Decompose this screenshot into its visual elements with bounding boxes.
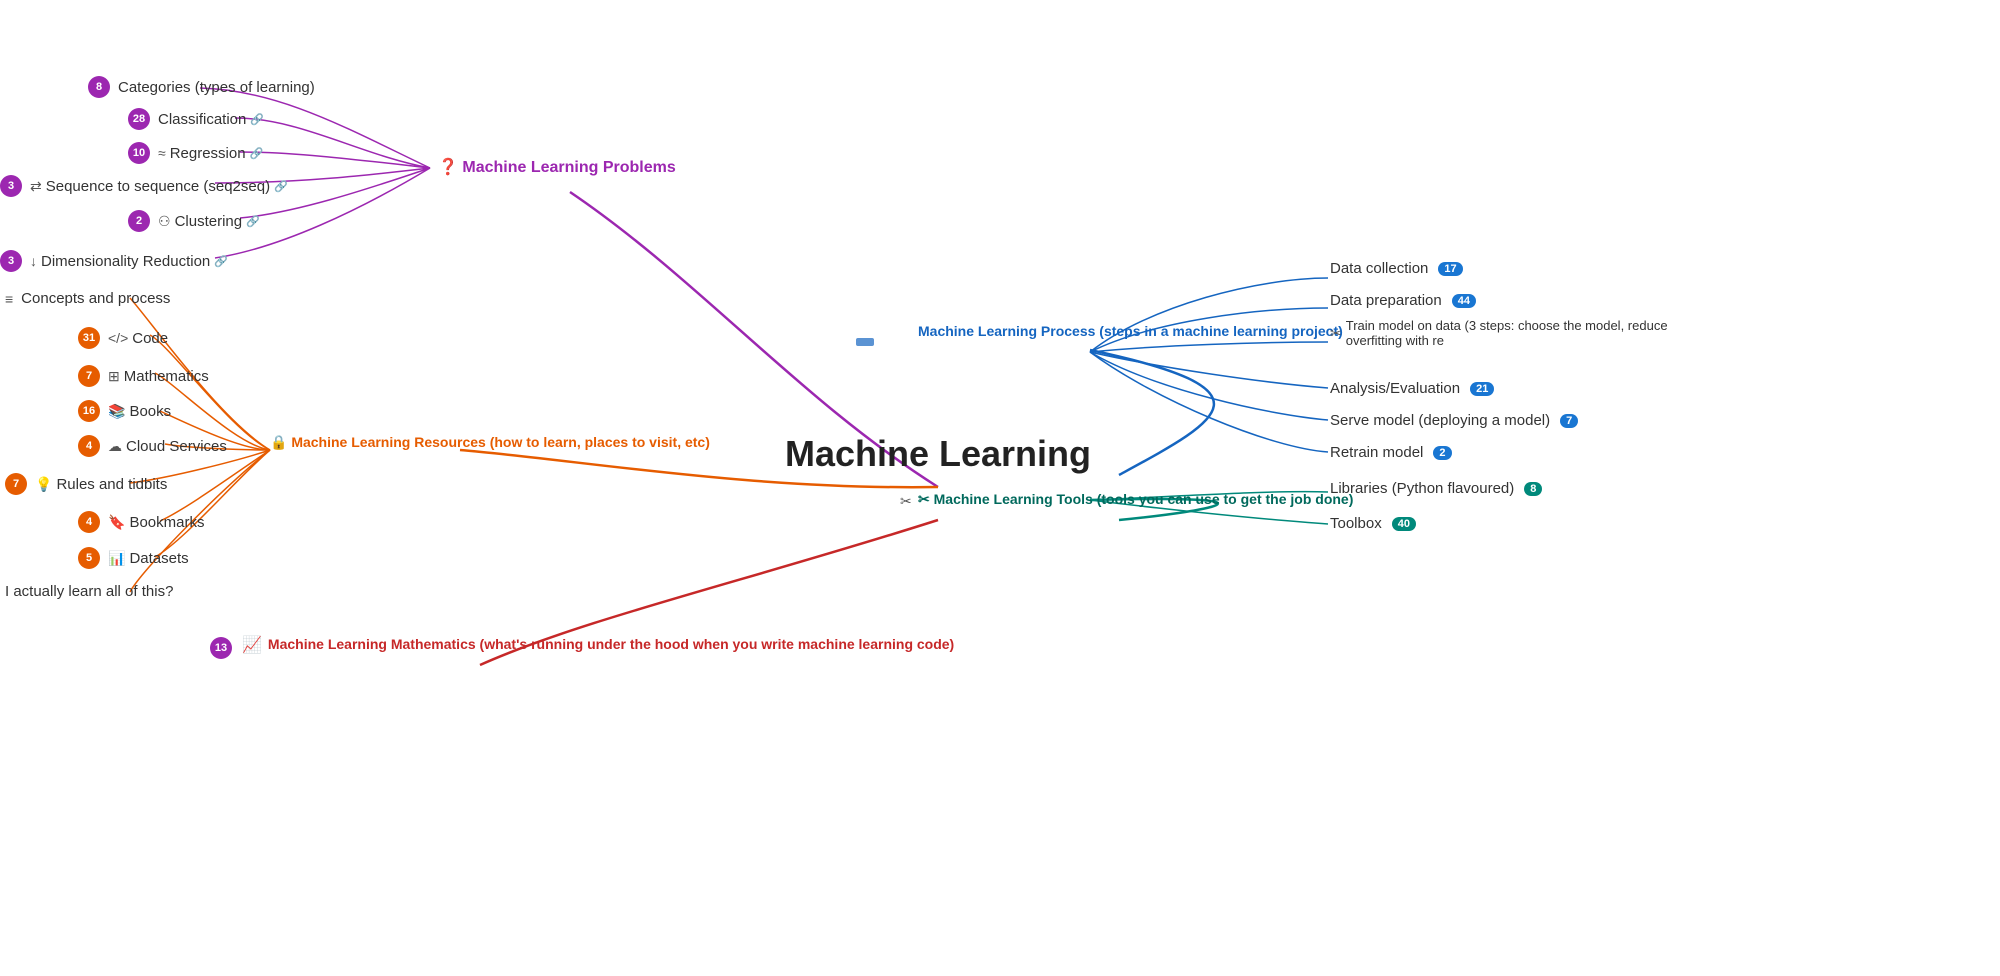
branch-rules[interactable]: 7 💡 Rules and tidbits xyxy=(5,473,167,495)
branch-cloud[interactable]: 4 ☁ Cloud Services xyxy=(78,435,227,457)
ml-problems-header[interactable]: ❓ Machine Learning Problems xyxy=(438,158,676,179)
branch-categories[interactable]: 8 Categories (types of learning) xyxy=(88,76,315,98)
branch-code[interactable]: 31 </> Code xyxy=(78,327,168,349)
branch-analysis[interactable]: Analysis/Evaluation 21 xyxy=(1330,380,1494,397)
svg-text:✂: ✂ xyxy=(900,493,912,509)
branch-regression[interactable]: 10 ≈ Regression 🔗 xyxy=(128,142,263,164)
branch-data-collection[interactable]: Data collection 17 xyxy=(1330,260,1463,277)
branch-classification[interactable]: 28 Classification 🔗 xyxy=(128,108,264,130)
ml-resources-header[interactable]: 🔒 Machine Learning Resources (how to lea… xyxy=(270,433,530,454)
ml-math-header[interactable]: 13 📈 Machine Learning Mathematics (what'… xyxy=(210,635,530,659)
ml-tools-header[interactable]: ✂ Machine Learning Tools (tools you can … xyxy=(918,490,1218,511)
branch-books[interactable]: 16 📚 Books xyxy=(78,400,171,422)
branch-datasets[interactable]: 5 📊 Datasets xyxy=(78,547,189,569)
branch-toolbox[interactable]: Toolbox 40 xyxy=(1330,515,1416,532)
branch-concepts[interactable]: ≡ Concepts and process xyxy=(5,290,170,307)
center-node: Machine Learning xyxy=(757,432,1119,475)
branch-train-model[interactable]: ✂ Train model on data (3 steps: choose t… xyxy=(1330,318,1710,348)
branch-bookmarks[interactable]: 4 🔖 Bookmarks xyxy=(78,511,204,533)
branch-retrain[interactable]: Retrain model 2 xyxy=(1330,444,1452,461)
center-label: Machine Learning xyxy=(785,433,1091,474)
branch-dimensionality[interactable]: 3 ↓ Dimensionality Reduction 🔗 xyxy=(0,250,228,272)
branch-seq2seq[interactable]: 3 ⇄ Sequence to sequence (seq2seq) 🔗 xyxy=(0,175,288,197)
ml-process-header[interactable]: Machine Learning Process (steps in a mac… xyxy=(918,322,1218,343)
branch-serve-model[interactable]: Serve model (deploying a model) 7 xyxy=(1330,412,1578,429)
branch-data-prep[interactable]: Data preparation 44 xyxy=(1330,292,1476,309)
connections-svg: ✂ xyxy=(0,0,2000,976)
branch-libraries[interactable]: Libraries (Python flavoured) 8 xyxy=(1330,480,1542,497)
mind-map-container: ✂ Machine Learning ❓ Machine Learning Pr… xyxy=(0,0,2000,976)
branch-learn-all[interactable]: I actually learn all of this? xyxy=(5,583,173,600)
branch-mathematics[interactable]: 7 ⊞ Mathematics xyxy=(78,365,209,387)
branch-clustering[interactable]: 2 ⚇ Clustering 🔗 xyxy=(128,210,260,232)
